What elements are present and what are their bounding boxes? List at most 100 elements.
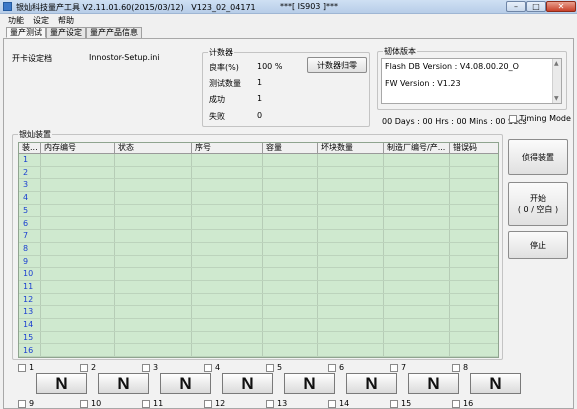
minimize-button[interactable]: –: [506, 1, 526, 12]
port-check-icon[interactable]: [204, 399, 212, 408]
success-label: 成功: [209, 95, 225, 104]
device-grid[interactable]: 装... 内存编号 状态 序号 容量 坏块数量 制造厂编号/产... 错误码 1…: [18, 142, 499, 358]
table-row[interactable]: 2: [19, 167, 498, 180]
port-checkbox-10[interactable]: 10: [80, 399, 101, 408]
port-checkbox-16[interactable]: 16: [452, 399, 473, 408]
port-status-5: N: [284, 373, 335, 394]
port-checkbox-4[interactable]: 4: [204, 363, 220, 372]
row-number: 6: [23, 218, 29, 228]
port-checkbox-1[interactable]: 1: [18, 363, 34, 372]
table-row[interactable]: 7: [19, 230, 498, 243]
port-check-icon[interactable]: [80, 363, 88, 372]
table-row[interactable]: 6: [19, 218, 498, 231]
port-checkbox-3[interactable]: 3: [142, 363, 158, 372]
table-row[interactable]: 15: [19, 332, 498, 345]
port-check-icon[interactable]: [266, 363, 274, 372]
timing-mode-option[interactable]: Timing Mode: [509, 114, 571, 123]
col-error-code[interactable]: 错误码: [450, 143, 498, 154]
tab-mp-settings[interactable]: 量产设定: [46, 27, 86, 38]
port-number: 4: [215, 363, 221, 372]
menu-function[interactable]: 功能: [8, 15, 24, 26]
table-row[interactable]: 3: [19, 179, 498, 193]
port-check-icon[interactable]: [80, 399, 88, 408]
close-button[interactable]: ✕: [546, 1, 576, 12]
menu-settings[interactable]: 设定: [33, 15, 49, 26]
table-row[interactable]: 11: [19, 281, 498, 294]
port-check-icon[interactable]: [18, 363, 26, 372]
port-checkbox-7[interactable]: 7: [390, 363, 406, 372]
firmware-scrollbar[interactable]: ▲ ▼: [552, 59, 561, 103]
menu-help[interactable]: 帮助: [58, 15, 74, 26]
table-row[interactable]: 10: [19, 268, 498, 281]
port-status-2: N: [98, 373, 149, 394]
firmware-info-box: Flash DB Version : V4.08.00.20_O FW Vers…: [381, 58, 562, 104]
table-row[interactable]: 12: [19, 294, 498, 307]
row-number: 14: [23, 320, 34, 330]
port-checkbox-13[interactable]: 13: [266, 399, 287, 408]
port-check-icon[interactable]: [328, 399, 336, 408]
port-number: 5: [277, 363, 283, 372]
port-status-7: N: [408, 373, 459, 394]
table-row[interactable]: 14: [19, 319, 498, 332]
port-check-icon[interactable]: [142, 399, 150, 408]
col-vendor-id[interactable]: 制造厂编号/产...: [384, 143, 450, 154]
title-bar: 银灿科技量产工具 V2.11.01.60(2015/03/12) V123_02…: [0, 0, 577, 14]
tab-mp-product-info[interactable]: 量产产品信息: [86, 27, 142, 38]
port-checkbox-15[interactable]: 15: [390, 399, 411, 408]
port-status-3: N: [160, 373, 211, 394]
port-checkbox-9[interactable]: 9: [18, 399, 34, 408]
port-check-icon[interactable]: [452, 363, 460, 372]
table-row[interactable]: 8: [19, 243, 498, 256]
table-row[interactable]: 9: [19, 256, 498, 269]
col-capacity[interactable]: 容量: [263, 143, 318, 154]
col-memory-id[interactable]: 内存编号: [41, 143, 115, 154]
scroll-down-icon[interactable]: ▼: [554, 95, 559, 102]
port-check-icon[interactable]: [204, 363, 212, 372]
col-bad-blocks[interactable]: 坏块数量: [318, 143, 384, 154]
port-checkbox-6[interactable]: 6: [328, 363, 344, 372]
reset-counter-button[interactable]: 计数器归零: [307, 57, 367, 73]
window-center-title: ***[ IS903 ]***: [280, 2, 339, 11]
table-row[interactable]: 13: [19, 306, 498, 320]
port-status-4: N: [222, 373, 273, 394]
port-number: 9: [29, 399, 35, 408]
port-checkbox-2[interactable]: 2: [80, 363, 96, 372]
timing-mode-checkbox[interactable]: [509, 114, 517, 123]
start-button[interactable]: 开始 ( 0 / 空白 ): [508, 182, 568, 226]
row-number: 4: [23, 193, 29, 203]
port-checkbox-11[interactable]: 11: [142, 399, 163, 408]
port-check-icon[interactable]: [18, 399, 26, 408]
card-setting-label: 开卡设定档: [12, 54, 52, 63]
row-number: 10: [23, 269, 34, 279]
table-row[interactable]: 16: [19, 345, 498, 357]
port-status-1: N: [36, 373, 87, 394]
port-number: 6: [339, 363, 345, 372]
port-number: 10: [91, 399, 102, 408]
port-check-icon[interactable]: [142, 363, 150, 372]
port-checkbox-14[interactable]: 14: [328, 399, 349, 408]
start-label: 开始: [530, 194, 546, 203]
port-check-icon[interactable]: [328, 363, 336, 372]
port-check-icon[interactable]: [390, 399, 398, 408]
port-check-icon[interactable]: [266, 399, 274, 408]
port-checkbox-8[interactable]: 8: [452, 363, 468, 372]
tab-mp-test[interactable]: 量产测试: [6, 27, 46, 38]
table-row[interactable]: 1: [19, 154, 498, 167]
grid-header: 装... 内存编号 状态 序号 容量 坏块数量 制造厂编号/产... 错误码: [19, 143, 498, 154]
port-check-icon[interactable]: [390, 363, 398, 372]
stop-button[interactable]: 停止: [508, 231, 568, 259]
maximize-button[interactable]: □: [526, 1, 546, 12]
col-device[interactable]: 装...: [19, 143, 41, 154]
col-serial[interactable]: 序号: [192, 143, 263, 154]
scroll-up-icon[interactable]: ▲: [554, 60, 559, 67]
port-check-icon[interactable]: [452, 399, 460, 408]
firmware-title: 韧体版本: [383, 46, 417, 57]
table-row[interactable]: 5: [19, 205, 498, 218]
test-count-label: 测试数量: [209, 79, 241, 88]
port-checkbox-12[interactable]: 12: [204, 399, 225, 408]
scan-device-button[interactable]: 侦得装置: [508, 139, 568, 175]
table-row[interactable]: 4: [19, 192, 498, 205]
row-number: 8: [23, 243, 29, 253]
port-checkbox-5[interactable]: 5: [266, 363, 282, 372]
col-status[interactable]: 状态: [115, 143, 192, 154]
